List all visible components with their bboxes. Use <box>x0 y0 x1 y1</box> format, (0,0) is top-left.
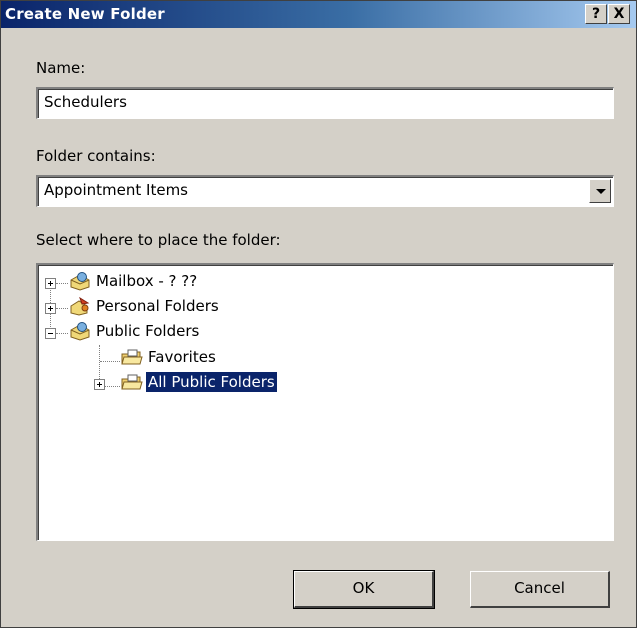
all-public-folders-icon <box>121 374 143 390</box>
close-button[interactable]: X <box>608 4 630 24</box>
favorites-folder-icon <box>121 349 143 365</box>
tree-item-label: Public Folders <box>96 322 200 340</box>
tree-item-all-public-folders[interactable]: All Public Folders <box>38 371 338 396</box>
name-label: Name: <box>36 59 86 77</box>
tree-item-label: Personal Folders <box>96 297 219 315</box>
expand-icon[interactable] <box>45 278 56 289</box>
dropdown-button[interactable] <box>589 179 611 203</box>
folder-contains-label: Folder contains: <box>36 147 156 165</box>
tree-item-label: Mailbox - ? ?? <box>96 272 198 290</box>
name-field[interactable]: Schedulers <box>36 87 614 119</box>
tree-item-label-selected: All Public Folders <box>145 371 278 393</box>
mailbox-icon <box>70 272 90 291</box>
tree-item-personal-folders[interactable]: Personal Folders <box>38 296 338 320</box>
folder-contains-select[interactable]: Appointment Items <box>36 175 614 207</box>
cancel-button[interactable]: Cancel <box>470 571 610 608</box>
tree-item-label: Favorites <box>148 348 216 366</box>
help-button[interactable]: ? <box>585 4 607 24</box>
expand-icon[interactable] <box>45 303 56 314</box>
dialog-title: Create New Folder <box>5 5 165 23</box>
public-folders-icon <box>70 322 90 341</box>
ok-button-label: OK <box>352 579 375 597</box>
expand-icon[interactable] <box>94 379 105 390</box>
ok-button[interactable]: OK <box>293 570 435 609</box>
name-field-value: Schedulers <box>44 93 127 111</box>
collapse-icon[interactable] <box>45 328 56 339</box>
tree-item-public-folders[interactable]: Public Folders <box>38 321 338 345</box>
title-bar[interactable]: Create New Folder ? X <box>1 1 636 28</box>
cancel-button-label: Cancel <box>514 579 565 597</box>
folder-contains-value: Appointment Items <box>44 181 188 199</box>
chevron-down-icon <box>596 189 606 194</box>
folder-tree[interactable]: Mailbox - ? ?? Personal Folders Public F… <box>36 263 614 541</box>
personal-folders-icon <box>70 296 90 316</box>
location-label: Select where to place the folder: <box>36 231 281 249</box>
tree-item-favorites[interactable]: Favorites <box>38 347 338 371</box>
create-new-folder-dialog: Create New Folder ? X Name: Schedulers F… <box>0 0 637 628</box>
tree-item-mailbox[interactable]: Mailbox - ? ?? <box>38 271 338 295</box>
